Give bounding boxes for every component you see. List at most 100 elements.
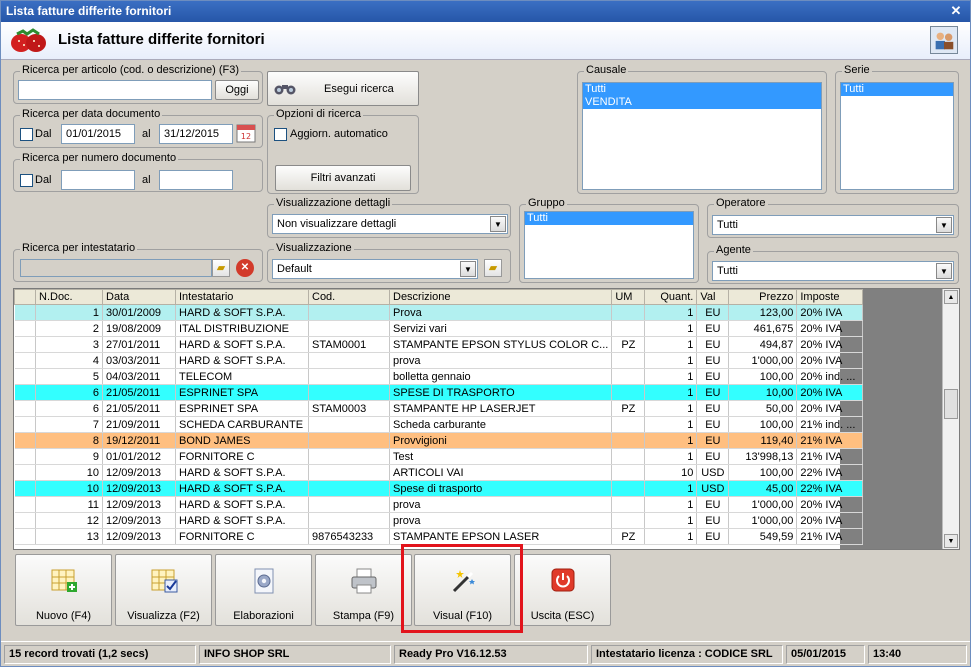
view-button[interactable]: Visualizza (F2): [115, 554, 212, 626]
processing-button-label: Elaborazioni: [233, 610, 294, 622]
table-row[interactable]: 3 27/01/2011 HARD & SOFT S.P.A. STAM0001 STA…: [14, 336, 864, 353]
list-item[interactable]: VENDITA: [583, 96, 821, 109]
search-number-label: Ricerca per numero documento: [20, 152, 179, 164]
table-row[interactable]: 1 30/01/2009 HARD & SOFT S.P.A. Prova 1 EU 123…: [14, 304, 864, 321]
cell-data: 21/09/2011: [102, 416, 176, 433]
folder-icon[interactable]: ▰: [484, 259, 502, 277]
chevron-down-icon[interactable]: ▼: [460, 261, 476, 277]
cell-prezzo: 13'998,13: [728, 448, 798, 465]
gruppo-label: Gruppo: [526, 197, 567, 209]
cell-um: PZ: [611, 528, 646, 545]
clear-icon[interactable]: ✕: [236, 259, 254, 277]
date-from-checkbox[interactable]: [20, 128, 33, 141]
number-from-checkbox[interactable]: [20, 174, 33, 187]
cell-prezzo: 50,00: [728, 400, 798, 417]
exit-button[interactable]: Uscita (ESC): [514, 554, 611, 626]
list-item[interactable]: Tutti: [583, 83, 821, 96]
cell-data: 03/03/2011: [102, 352, 176, 369]
table-row[interactable]: 8 19/12/2011 BOND JAMES Provvigioni 1 EU 119,4…: [14, 432, 864, 449]
folder-icon[interactable]: ▰: [212, 259, 230, 277]
column-header-selector[interactable]: [14, 289, 36, 305]
column-header-um[interactable]: UM: [611, 289, 646, 305]
scroll-up-icon[interactable]: ▲: [944, 290, 958, 304]
table-row[interactable]: 9 01/01/2012 FORNITORE C Test 1 EU 13'998,13 21…: [14, 448, 864, 465]
print-button[interactable]: Stampa (F9): [315, 554, 412, 626]
gruppo-list[interactable]: Tutti: [524, 211, 694, 279]
list-item[interactable]: Tutti: [525, 212, 693, 225]
column-header-descrizione[interactable]: Descrizione: [388, 289, 613, 305]
cell-prezzo: 494,87: [728, 336, 798, 353]
new-button[interactable]: Nuovo (F4): [15, 554, 112, 626]
cell-quant: 1: [644, 320, 698, 337]
chevron-down-icon[interactable]: ▼: [490, 216, 506, 232]
agente-select[interactable]: Tutti ▼: [712, 261, 954, 281]
table-row[interactable]: 4 03/03/2011 HARD & SOFT S.P.A. prova 1 EU 1'0…: [14, 352, 864, 369]
cell-cod: [308, 496, 390, 513]
cell-quant: 1: [644, 368, 698, 385]
column-header-quant[interactable]: Quant.: [644, 289, 698, 305]
cell-cod: [308, 512, 390, 529]
date-to-input[interactable]: 31/12/2015: [159, 124, 233, 144]
cell-intestatario: HARD & SOFT S.P.A.: [175, 352, 309, 369]
chevron-down-icon[interactable]: ▼: [936, 263, 952, 279]
column-header-ndoc[interactable]: N.Doc.: [35, 289, 103, 305]
causale-list[interactable]: Tutti VENDITA: [582, 82, 822, 190]
scroll-thumb[interactable]: [944, 389, 958, 419]
gear-document-icon: [254, 568, 273, 594]
invoice-grid[interactable]: N.Doc. Data Intestatario Cod. Descrizione UM Q…: [13, 288, 960, 550]
table-row[interactable]: 10 12/09/2013 HARD & SOFT S.P.A. ARTICOLI V…: [14, 464, 864, 481]
cell-quant: 10: [644, 464, 698, 481]
cell-imposte: 21% IVA: [796, 432, 864, 449]
search-article-input[interactable]: [18, 80, 212, 100]
auto-update-checkbox[interactable]: [274, 128, 287, 141]
date-from-input[interactable]: 01/01/2015: [61, 124, 135, 144]
table-row[interactable]: 11 12/09/2013 HARD & SOFT S.P.A. prova 1 EU 1'…: [14, 496, 864, 513]
column-header-prezzo[interactable]: Prezzo: [728, 289, 798, 305]
list-item[interactable]: Tutti: [841, 83, 953, 96]
cell-descrizione: Prova: [389, 304, 613, 321]
cell-selector: [14, 528, 36, 545]
page-title: Lista fatture differite fornitori: [58, 31, 265, 48]
cell-descrizione: STAMPANTE EPSON LASER: [389, 528, 613, 545]
number-from-input[interactable]: [61, 170, 135, 190]
execute-search-button[interactable]: Esegui ricerca: [267, 71, 419, 106]
operatore-select[interactable]: Tutti ▼: [712, 215, 954, 235]
column-header-intestatario[interactable]: Intestatario: [175, 289, 309, 305]
table-row[interactable]: 2 19/08/2009 ITAL DISTRIBUZIONE Servizi var…: [14, 320, 864, 337]
view-select[interactable]: Default ▼: [272, 259, 478, 279]
cell-selector: [14, 416, 36, 433]
serie-list[interactable]: Tutti: [840, 82, 954, 190]
cell-um: [611, 352, 646, 369]
table-row[interactable]: 7 21/09/2011 SCHEDA CARBURANTE Scheda carbu…: [14, 416, 864, 433]
cell-intestatario: ITAL DISTRIBUZIONE: [175, 320, 309, 337]
table-row[interactable]: 12 12/09/2013 HARD & SOFT S.P.A. prova 1 EU 1'…: [14, 512, 864, 529]
cell-imposte: 20% ind. ...: [796, 368, 864, 385]
today-button[interactable]: Oggi: [215, 80, 259, 100]
users-icon[interactable]: [930, 26, 958, 54]
holder-input[interactable]: [20, 259, 212, 277]
table-row[interactable]: 5 04/03/2011 TELECOM bolletta gennaio 1 EU 100…: [14, 368, 864, 385]
scroll-down-icon[interactable]: ▼: [944, 534, 958, 548]
chevron-down-icon[interactable]: ▼: [936, 217, 952, 233]
number-to-input[interactable]: [159, 170, 233, 190]
table-row[interactable]: 13 12/09/2013 FORNITORE C 9876543233 STAMPAN…: [14, 528, 864, 545]
column-header-cod[interactable]: Cod.: [308, 289, 390, 305]
vertical-scrollbar[interactable]: ▲ ▼: [942, 289, 959, 549]
column-header-val[interactable]: Val: [696, 289, 730, 305]
printer-icon: [351, 568, 376, 594]
cell-data: 04/03/2011: [102, 368, 176, 385]
cell-intestatario: BOND JAMES: [175, 432, 309, 449]
table-row[interactable]: 10 12/09/2013 HARD & SOFT S.P.A. Spese di t…: [14, 480, 864, 497]
advanced-filters-button[interactable]: Filtri avanzati: [275, 165, 411, 191]
details-view-select[interactable]: Non visualizzare dettagli ▼: [272, 214, 508, 234]
operatore-group: Operatore Tutti ▼: [707, 197, 959, 238]
calendar-icon[interactable]: 12: [236, 123, 256, 143]
column-header-data[interactable]: Data: [102, 289, 176, 305]
processing-button[interactable]: Elaborazioni: [215, 554, 312, 626]
table-row[interactable]: 6 21/05/2011 ESPRINET SPA SPESE DI TRASPORT…: [14, 384, 864, 401]
table-row[interactable]: 6 21/05/2011 ESPRINET SPA STAM0003 STAMPANTE…: [14, 400, 864, 417]
cell-imposte: 20% IVA: [796, 336, 864, 353]
column-header-imposte[interactable]: Imposte: [796, 289, 864, 305]
close-icon[interactable]: ✕: [948, 3, 964, 19]
cell-descrizione: bolletta gennaio: [389, 368, 613, 385]
